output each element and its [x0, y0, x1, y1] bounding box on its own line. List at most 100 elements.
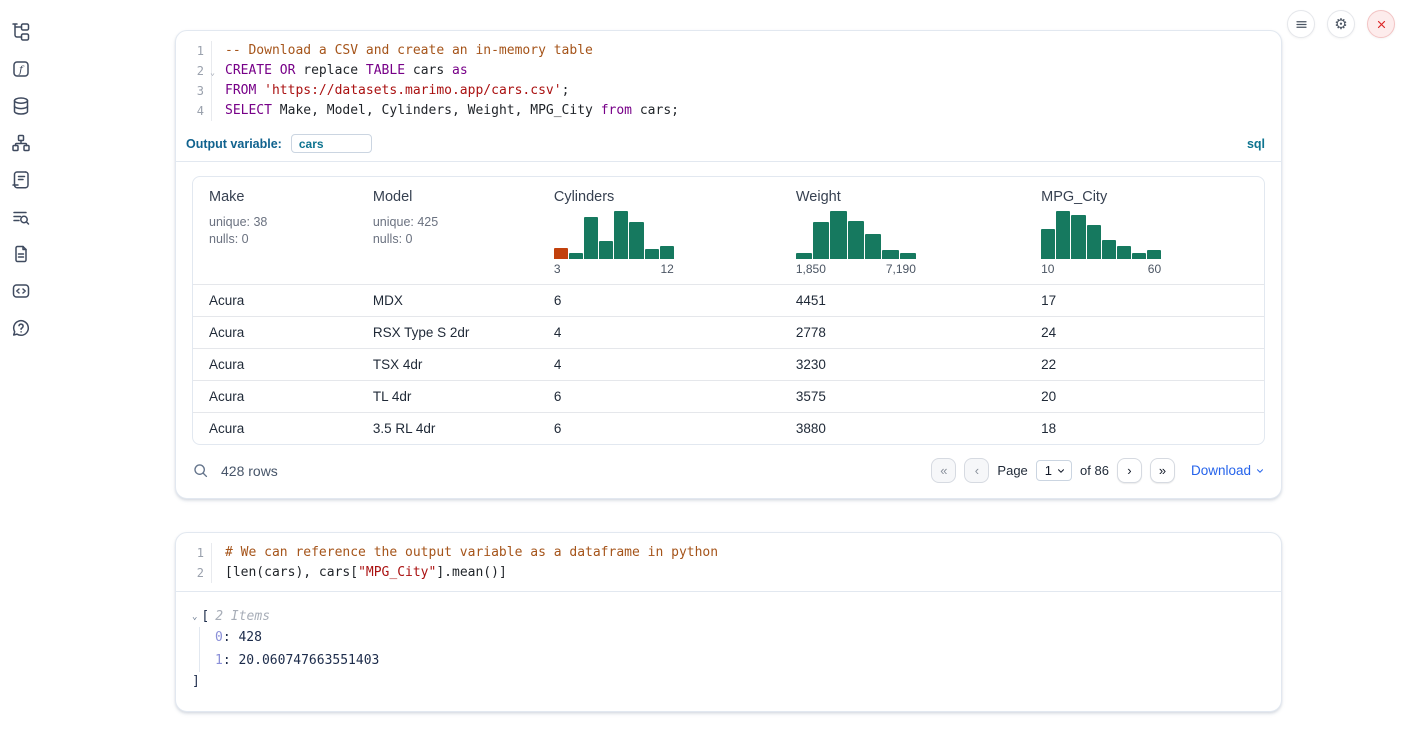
- table-cell: 6: [538, 285, 780, 316]
- help-icon[interactable]: [10, 317, 32, 339]
- python-code-editor[interactable]: 1# We can reference the output variable …: [176, 533, 1281, 592]
- page-label: Page: [997, 463, 1027, 478]
- column-header-make[interactable]: Make unique: 38nulls: 0: [193, 177, 357, 284]
- histogram-axis: 312: [554, 262, 674, 276]
- table-body: AcuraMDX6445117AcuraRSX Type S 2dr427782…: [193, 284, 1264, 444]
- table-cell: 24: [1025, 317, 1264, 348]
- line-number: 2: [176, 563, 212, 583]
- table-cell: 17: [1025, 285, 1264, 316]
- menu-button[interactable]: [1287, 10, 1315, 38]
- list-search-icon[interactable]: [10, 206, 32, 228]
- histogram-bar: [584, 217, 598, 259]
- file-tree-icon[interactable]: [10, 21, 32, 43]
- tree-item-key: 1: [215, 653, 223, 668]
- column-header-mpg_city[interactable]: MPG_City 1060: [1025, 177, 1264, 284]
- column-label[interactable]: Make: [209, 189, 341, 205]
- column-label[interactable]: Weight: [796, 189, 1009, 205]
- document-icon[interactable]: [10, 243, 32, 265]
- histogram-bar: [1071, 215, 1085, 259]
- table-row[interactable]: AcuraMDX6445117: [193, 284, 1264, 316]
- dependency-graph-icon[interactable]: [10, 132, 32, 154]
- histogram-bar: [830, 211, 846, 259]
- tree-item: 0: 428: [215, 627, 1265, 650]
- sql-code-line[interactable]: 4SELECT Make, Model, Cylinders, Weight, …: [176, 101, 1281, 121]
- column-stats: unique: 38nulls: 0: [209, 214, 341, 247]
- sql-code-line[interactable]: 2⌄CREATE OR replace TABLE cars as: [176, 61, 1281, 81]
- window-controls: ⚙: [1287, 10, 1395, 38]
- sql-code-line[interactable]: 1-- Download a CSV and create an in-memo…: [176, 41, 1281, 61]
- data-table: Make unique: 38nulls: 0 Modelunique: 425nu…: [192, 176, 1265, 445]
- table-cell: Acura: [193, 413, 357, 444]
- table-row[interactable]: AcuraRSX Type S 2dr4277824: [193, 316, 1264, 348]
- snippets-icon[interactable]: [10, 280, 32, 302]
- code-text[interactable]: CREATE OR replace TABLE cars as: [212, 61, 468, 81]
- table-cell: Acura: [193, 349, 357, 380]
- line-number: 1: [176, 41, 212, 61]
- scroll-icon[interactable]: [10, 169, 32, 191]
- fold-icon[interactable]: ⌄: [210, 63, 215, 83]
- last-page-button[interactable]: »: [1150, 458, 1175, 483]
- tree-item-value: 20.060747663551403: [238, 653, 379, 668]
- column-label[interactable]: Model: [373, 189, 522, 205]
- code-text[interactable]: -- Download a CSV and create an in-memor…: [212, 41, 593, 61]
- output-variable-input[interactable]: [291, 134, 372, 153]
- histogram-bar: [1102, 240, 1116, 259]
- table-cell: 3.5 RL 4dr: [357, 413, 538, 444]
- sql-code-line[interactable]: 3FROM 'https://datasets.marimo.app/cars.…: [176, 81, 1281, 101]
- table-footer: 428 rows « ‹ Page 1 of 86 › » Download: [176, 445, 1281, 498]
- column-histogram: 1,8507,190: [796, 211, 916, 276]
- python-code-line[interactable]: 1# We can reference the output variable …: [176, 543, 1281, 563]
- column-header-weight[interactable]: Weight 1,8507,190: [780, 177, 1025, 284]
- first-page-button[interactable]: «: [931, 458, 956, 483]
- column-label[interactable]: Cylinders: [554, 189, 764, 205]
- code-text[interactable]: [len(cars), cars["MPG_City"].mean()]: [212, 563, 507, 583]
- table-cell: 4: [538, 317, 780, 348]
- python-code-line[interactable]: 2[len(cars), cars["MPG_City"].mean()]: [176, 563, 1281, 583]
- histogram-bar: [1041, 229, 1055, 259]
- column-header-cylinders[interactable]: Cylinders 312: [538, 177, 780, 284]
- tree-root: ⌄ [ 2 Items: [192, 607, 1265, 627]
- histogram-bar: [569, 253, 583, 259]
- row-count: 428 rows: [221, 463, 278, 479]
- table-cell: 6: [538, 413, 780, 444]
- histogram-bar: [1117, 246, 1131, 259]
- histogram-bar: [1087, 225, 1101, 259]
- language-badge[interactable]: sql: [1247, 137, 1265, 151]
- next-page-button[interactable]: ›: [1117, 458, 1142, 483]
- tree-item-count: 2 Items: [215, 607, 270, 627]
- code-text[interactable]: FROM 'https://datasets.marimo.app/cars.c…: [212, 81, 569, 101]
- database-icon[interactable]: [10, 95, 32, 117]
- search-icon[interactable]: [192, 462, 209, 479]
- histogram-bar: [645, 249, 659, 259]
- download-button[interactable]: Download: [1191, 463, 1265, 478]
- tree-collapse-icon[interactable]: ⌄: [192, 607, 197, 627]
- table-cell: 6: [538, 381, 780, 412]
- prev-page-button[interactable]: ‹: [964, 458, 989, 483]
- column-header-model[interactable]: Modelunique: 425nulls: 0: [357, 177, 538, 284]
- sql-cell: 1-- Download a CSV and create an in-memo…: [175, 30, 1282, 499]
- output-variable-label: Output variable:: [186, 137, 282, 151]
- page-select[interactable]: 1: [1036, 460, 1072, 481]
- histogram-bar: [1056, 211, 1070, 259]
- table-row[interactable]: AcuraTSX 4dr4323022: [193, 348, 1264, 380]
- column-label[interactable]: MPG_City: [1041, 189, 1248, 205]
- output-variable-row: Output variable: sql: [176, 129, 1281, 162]
- code-text[interactable]: SELECT Make, Model, Cylinders, Weight, M…: [212, 101, 679, 121]
- table-cell: 2778: [780, 317, 1025, 348]
- histogram-bar: [614, 211, 628, 259]
- settings-button[interactable]: ⚙: [1327, 10, 1355, 38]
- histogram-axis: 1060: [1041, 262, 1161, 276]
- histogram-bar: [554, 248, 568, 259]
- sql-code-editor[interactable]: 1-- Download a CSV and create an in-memo…: [176, 31, 1281, 129]
- function-icon[interactable]: f: [10, 58, 32, 80]
- table-row[interactable]: Acura3.5 RL 4dr6388018: [193, 412, 1264, 444]
- histogram-bar: [599, 241, 613, 259]
- table-cell: 4451: [780, 285, 1025, 316]
- table-row[interactable]: AcuraTL 4dr6357520: [193, 380, 1264, 412]
- close-button[interactable]: [1367, 10, 1395, 38]
- table-cell: 20: [1025, 381, 1264, 412]
- sidebar-panel-switcher: f: [10, 21, 32, 339]
- code-text[interactable]: # We can reference the output variable a…: [212, 543, 718, 563]
- chevron-down-icon: [1056, 466, 1066, 476]
- histogram-bar: [1147, 250, 1161, 259]
